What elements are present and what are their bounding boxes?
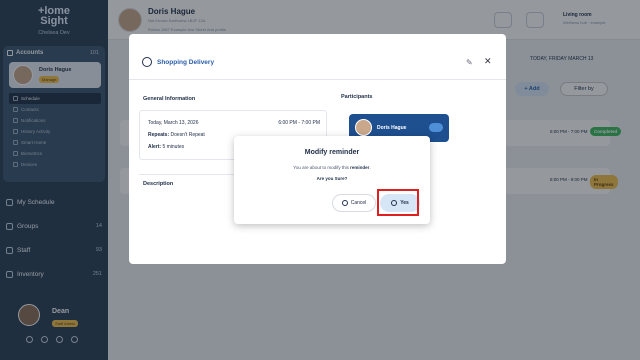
message-text: You are about to modify this: [293, 165, 351, 170]
alert-row: Alert: 5 minutes: [148, 144, 184, 150]
repeats-label: Repeats:: [148, 132, 170, 138]
participant-toggle[interactable]: [429, 123, 443, 132]
message-bold: reminder: [350, 165, 370, 170]
event-date: Today, March 13, 2026: [148, 120, 199, 126]
edit-icon[interactable]: ✎: [466, 58, 473, 67]
dialog-message: You are about to modify this reminder.: [234, 165, 430, 170]
dialog-title: Modify reminder: [304, 149, 360, 156]
highlight-box: [377, 189, 419, 216]
description-heading: Description: [143, 181, 174, 187]
modal-title: Shopping Delivery: [157, 59, 215, 66]
divider: [129, 79, 506, 80]
participants-heading: Participants: [341, 94, 373, 100]
dialog-confirm-text: Are you Sure?: [316, 176, 348, 181]
cancel-label: Cancel: [350, 200, 367, 206]
repeats-row: Repeats: Doesn't Repeat: [148, 132, 205, 138]
alert-label: Alert:: [148, 144, 162, 150]
general-info-heading: General Information: [143, 96, 196, 102]
close-icon[interactable]: ✕: [484, 56, 492, 67]
cancel-icon: [341, 200, 348, 206]
event-time: 6:00 PM - 7:00 PM: [278, 120, 320, 126]
participant-name: Doris Hague: [377, 125, 407, 131]
cancel-button[interactable]: Cancel: [332, 194, 376, 212]
delivery-icon: [142, 57, 152, 67]
repeats-value: Doesn't Repeat: [170, 132, 205, 138]
alert-value: 5 minutes: [162, 144, 185, 150]
message-end: .: [369, 165, 371, 170]
avatar: [355, 119, 372, 136]
